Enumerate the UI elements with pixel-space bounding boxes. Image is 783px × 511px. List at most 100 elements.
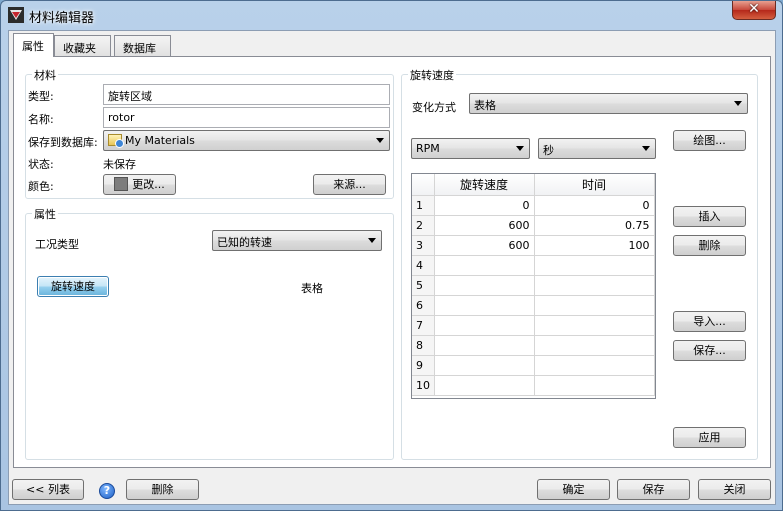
row-number-header <box>412 174 435 196</box>
speed-cell[interactable] <box>434 275 535 296</box>
app-icon <box>8 7 24 23</box>
condition-type-label: 工况类型 <box>35 238 79 251</box>
condition-type-value: 已知的转速 <box>217 236 272 249</box>
time-cell[interactable] <box>534 275 655 296</box>
speed-cell[interactable] <box>434 335 535 356</box>
time-cell[interactable]: 0 <box>534 195 655 216</box>
time-cell[interactable] <box>534 295 655 316</box>
row-number[interactable]: 4 <box>412 255 435 276</box>
variation-mode-value: 表格 <box>474 99 496 112</box>
table-row[interactable]: 3 600 100 <box>412 235 655 256</box>
chevron-down-icon <box>516 146 524 151</box>
insert-row-button[interactable]: 插入 <box>673 206 746 227</box>
time-cell[interactable] <box>534 375 655 396</box>
ok-button[interactable]: 确定 <box>537 479 610 500</box>
speed-cell[interactable] <box>434 315 535 336</box>
column-header-time[interactable]: 时间 <box>534 174 655 196</box>
material-group: 材料 类型: 旋转区域 名称: rotor 保存到数据库: My Materia… <box>25 67 394 199</box>
close-window-button[interactable]: ✕ <box>732 1 776 20</box>
time-unit-value: 秒 <box>543 144 554 157</box>
save-button[interactable]: 保存 <box>617 479 690 500</box>
condition-type-dropdown[interactable]: 已知的转速 <box>212 230 382 251</box>
time-cell[interactable] <box>534 255 655 276</box>
row-number[interactable]: 9 <box>412 355 435 376</box>
properties-tab-panel: 材料 类型: 旋转区域 名称: rotor 保存到数据库: My Materia… <box>13 56 771 468</box>
material-editor-window: 材料编辑器 ✕ 属性 收藏夹 数据库 材料 类型: 旋转区域 名称: rotor… <box>0 0 783 511</box>
row-number[interactable]: 10 <box>412 375 435 396</box>
table-row[interactable]: 8 <box>412 335 655 356</box>
row-number[interactable]: 7 <box>412 315 435 336</box>
chevron-down-icon <box>376 138 384 143</box>
rotation-speed-table[interactable]: 旋转速度 时间 1 0 0 2 600 0.75 3 600 100 4 5 6 7 8 9 10 <box>411 173 656 399</box>
properties-group: 属性 工况类型 已知的转速 旋转速度 表格 <box>25 206 394 460</box>
save-to-db-label: 保存到数据库: <box>28 136 98 149</box>
change-color-label: 更改... <box>132 178 165 191</box>
import-button[interactable]: 导入... <box>673 311 746 332</box>
delete-row-button[interactable]: 删除 <box>673 235 746 256</box>
time-cell[interactable] <box>534 315 655 336</box>
time-cell[interactable] <box>534 335 655 356</box>
type-label: 类型: <box>28 90 54 103</box>
color-label: 颜色: <box>28 180 54 193</box>
speed-cell[interactable] <box>434 255 535 276</box>
type-field[interactable]: 旋转区域 <box>103 84 390 105</box>
table-row[interactable]: 4 <box>412 255 655 276</box>
client-area: 属性 收藏夹 数据库 材料 类型: 旋转区域 名称: rotor 保存到数据库:… <box>8 30 776 505</box>
table-row[interactable]: 10 <box>412 375 655 396</box>
chevron-down-icon <box>642 146 650 151</box>
speed-unit-dropdown[interactable]: RPM <box>411 138 530 159</box>
window-title: 材料编辑器 <box>29 11 95 26</box>
time-cell[interactable]: 0.75 <box>534 215 655 236</box>
table-row[interactable]: 7 <box>412 315 655 336</box>
change-color-button[interactable]: 更改... <box>103 174 176 195</box>
tab-database[interactable]: 数据库 <box>114 35 171 56</box>
save-to-db-value: My Materials <box>125 134 195 147</box>
close-button[interactable]: 关闭 <box>698 479 771 500</box>
speed-cell[interactable] <box>434 355 535 376</box>
table-row[interactable]: 6 <box>412 295 655 316</box>
table-row[interactable]: 9 <box>412 355 655 376</box>
source-button[interactable]: 来源... <box>313 174 386 195</box>
list-button[interactable]: << 列表 <box>12 479 84 500</box>
speed-cell[interactable] <box>434 375 535 396</box>
status-label: 状态: <box>28 158 54 171</box>
delete-button[interactable]: 删除 <box>126 479 199 500</box>
save-table-button[interactable]: 保存... <box>673 340 746 361</box>
table-row[interactable]: 100 <box>412 195 655 216</box>
speed-unit-value: RPM <box>416 142 440 155</box>
speed-cell[interactable] <box>434 295 535 316</box>
row-number[interactable]: 1 <box>412 195 435 216</box>
speed-cell[interactable]: 600 <box>434 215 535 236</box>
title-bar[interactable]: 材料编辑器 ✕ <box>1 1 782 29</box>
speed-cell[interactable]: 0 <box>434 195 535 216</box>
material-group-title: 材料 <box>32 67 58 83</box>
row-number[interactable]: 5 <box>412 275 435 296</box>
status-value: 未保存 <box>103 158 136 171</box>
help-icon[interactable]: ? <box>99 483 115 499</box>
tab-favorites[interactable]: 收藏夹 <box>54 35 111 56</box>
row-number[interactable]: 8 <box>412 335 435 356</box>
time-unit-dropdown[interactable]: 秒 <box>538 138 656 159</box>
name-field[interactable]: rotor <box>103 107 390 128</box>
variation-mode-dropdown[interactable]: 表格 <box>469 93 748 114</box>
chevron-down-icon <box>734 101 742 106</box>
speed-cell[interactable]: 600 <box>434 235 535 256</box>
table-row[interactable]: 5 <box>412 275 655 296</box>
rotation-speed-button[interactable]: 旋转速度 <box>37 276 109 297</box>
time-cell[interactable] <box>534 355 655 376</box>
color-swatch <box>114 177 129 191</box>
properties-group-title: 属性 <box>32 206 58 222</box>
row-number[interactable]: 6 <box>412 295 435 316</box>
rotation-speed-group-title: 旋转速度 <box>408 67 456 83</box>
apply-button[interactable]: 应用 <box>673 427 746 448</box>
table-row[interactable]: 2 600 0.75 <box>412 215 655 236</box>
row-number[interactable]: 3 <box>412 235 435 256</box>
chevron-down-icon <box>368 238 376 243</box>
rotation-speed-value: 表格 <box>301 282 323 295</box>
save-to-db-dropdown[interactable]: My Materials <box>103 130 390 151</box>
tab-properties[interactable]: 属性 <box>13 33 54 57</box>
column-header-speed[interactable]: 旋转速度 <box>434 174 535 196</box>
plot-button[interactable]: 绘图... <box>673 130 746 151</box>
row-number[interactable]: 2 <box>412 215 435 236</box>
time-cell[interactable]: 100 <box>534 235 655 256</box>
